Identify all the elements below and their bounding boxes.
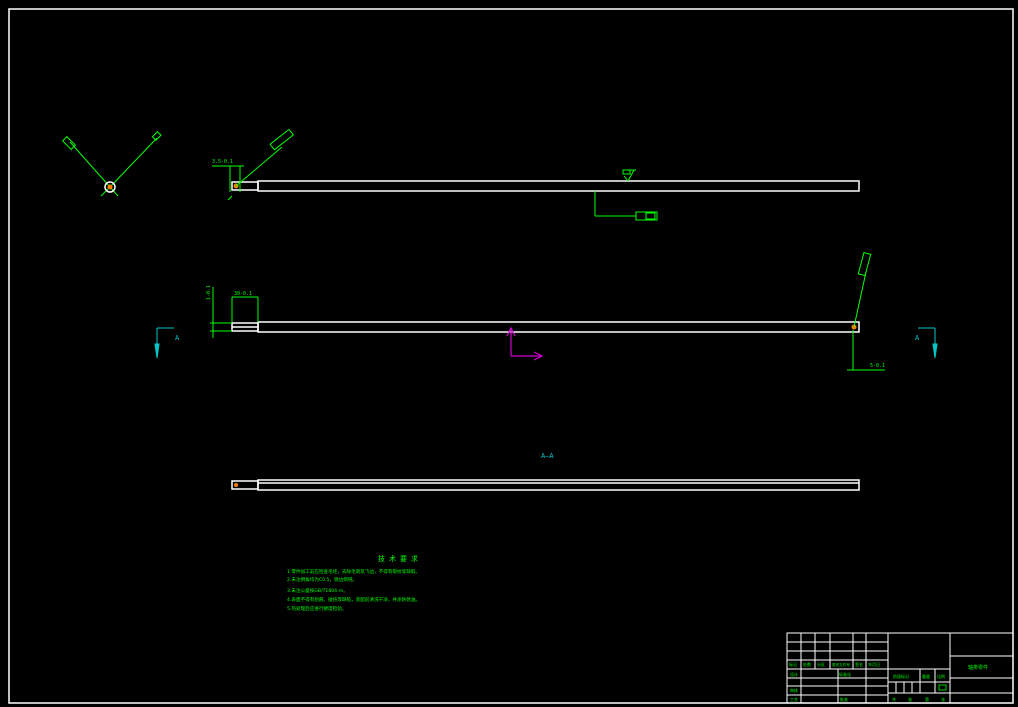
section-view-label: A—A — [541, 452, 554, 460]
dim-mid-left: 1-0.1 — [206, 285, 212, 300]
section-mark-left — [154, 327, 174, 359]
cad-drawing: 3.5-0.1 30-0.1 1-0.1 5-0.1 A A A—A 技术要求 … — [8, 8, 1014, 704]
top-rod-view — [231, 180, 860, 192]
tb-row-label: 年月日 — [868, 661, 880, 667]
top-rod-annotations — [212, 128, 658, 221]
tb-row-label: 分区 — [817, 661, 825, 667]
tech-req-line: 2.未注倒角均为C0.5，锐边倒钝。 — [287, 576, 357, 583]
tb-left-label: 标准化 — [839, 671, 851, 677]
tb-sheet-label: 张 — [941, 696, 945, 702]
tb-sheet-label: 张 — [908, 696, 912, 702]
tech-req-line: 3.未注公差按GB/T1804-m。 — [287, 587, 348, 594]
tb-row-label: 处数 — [803, 661, 811, 667]
tb-mid-label: 比例 — [937, 673, 945, 679]
tb-left-label: 审核 — [790, 687, 798, 693]
dim-mid-right: 5-0.1 — [870, 363, 885, 369]
tech-req-line: 5.热处理后应进行硬度检验。 — [287, 605, 347, 612]
front-rod-annotations — [210, 251, 885, 371]
tech-req-line: 1.零件加工前应检查毛坯，去除毛刺及飞边，不得有裂纹等缺陷。 — [287, 568, 420, 575]
section-rod-view — [231, 479, 860, 491]
tech-req-title: 技术要求 — [378, 554, 422, 563]
tb-mid-label: 阶段标记 — [893, 673, 909, 679]
tb-row-label: 签名 — [855, 661, 863, 667]
tb-row-label: 更改文件号 — [832, 662, 850, 667]
tb-left-label: 设计 — [790, 671, 798, 677]
tb-left-label: 工艺 — [790, 697, 798, 702]
dim-top-left: 3.5-0.1 — [212, 159, 233, 165]
tb-sheet-label: 第 — [925, 696, 929, 702]
front-rod-view — [231, 321, 860, 333]
ucs-icon — [506, 326, 544, 361]
title-block-drawing-name: 轴类零件 — [968, 664, 988, 671]
dim-mid-top: 30-0.1 — [234, 291, 252, 297]
tech-requirements: 技术要求 1.零件加工前应检查毛坯，去除毛刺及飞边，不得有裂纹等缺陷。 2.未注… — [287, 554, 422, 612]
tb-row-label: 标记 — [789, 661, 797, 667]
tb-mid-label: 重量 — [922, 673, 930, 679]
tb-left-label: 批准 — [840, 696, 848, 702]
section-mark-right — [918, 327, 938, 359]
section-label-left: A — [175, 334, 180, 342]
tb-sheet-label: 共 — [892, 696, 896, 702]
tech-req-line: 4.表面不得有划痕、碰伤等缺陷，装配前清洗干净，并涂防锈油。 — [287, 596, 420, 603]
section-label-right: A — [915, 334, 920, 342]
